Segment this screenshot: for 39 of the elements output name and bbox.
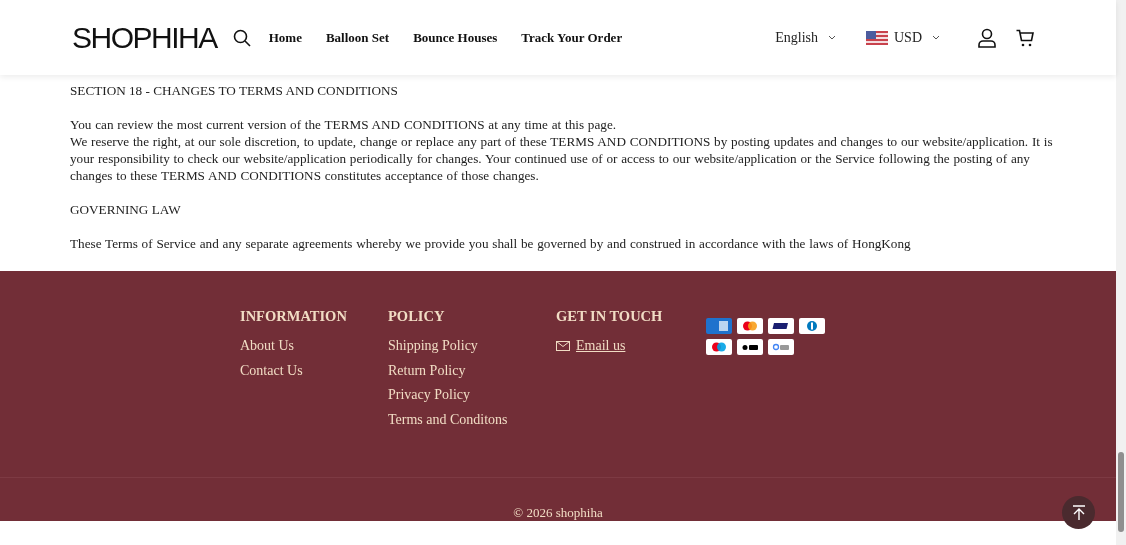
language-selector[interactable]: English xyxy=(775,29,836,46)
nav-link[interactable]: Track Your Order xyxy=(521,29,623,46)
section-heading: GOVERNING LAW xyxy=(70,201,182,218)
footer-heading: INFORMATION xyxy=(240,307,348,325)
card-icon xyxy=(737,318,763,334)
footer-link[interactable]: Contact Us xyxy=(240,361,388,380)
logo[interactable]: SHOPHIHA xyxy=(72,20,217,55)
card-icon xyxy=(768,318,794,334)
nav-link[interactable]: Home xyxy=(268,29,302,46)
footer-link[interactable]: About Us xyxy=(240,337,388,356)
paragraph: We reserve the right, at our sole discretion, to update, change or replace any part of these TERMS AND CONDITIONS by posting updates and changes to our website/application. It is your responsibility to check our website/application periodically for changes. Your continued use of or access to our website/application or the Service following the posting of any changes to these TERMS AND CONDITIONS constitutes acceptance of those changes. xyxy=(70,133,1054,184)
caret-icon xyxy=(932,35,940,40)
card-icon xyxy=(706,318,732,334)
paragraph: You can review the most current version of the TERMS AND CONDITIONS at any time at this page. xyxy=(70,116,618,133)
footer-heading: POLICY xyxy=(388,307,446,325)
footer-link[interactable]: Terms and Conditons xyxy=(388,410,556,429)
search-icon[interactable] xyxy=(232,28,251,47)
card-icon xyxy=(706,339,732,355)
wallet-icon xyxy=(737,339,763,355)
footer-heading: GET IN TOUCH xyxy=(556,307,664,325)
copyright: © 2026 shophiha xyxy=(513,505,603,520)
wallet-icon xyxy=(768,339,794,355)
mail-icon xyxy=(556,341,570,352)
caret-icon xyxy=(828,35,836,40)
flag-icon xyxy=(866,30,888,45)
back-to-top-button[interactable] xyxy=(1062,496,1095,529)
card-icon xyxy=(799,318,825,334)
arrow-up-icon xyxy=(1071,504,1086,521)
account-icon[interactable] xyxy=(978,27,996,48)
footer-link[interactable]: Shipping Policy xyxy=(388,337,556,356)
cart-icon[interactable] xyxy=(1016,28,1034,47)
nav-link[interactable]: Bounce Houses xyxy=(413,29,498,46)
email-link[interactable]: Email us xyxy=(576,337,626,356)
paragraph: These Terms of Service and any separate agreements whereby we provide you shall be governed by and construed in accordance with the laws of HongKong xyxy=(70,235,912,252)
currency-selector[interactable]: USD xyxy=(866,29,940,46)
section-heading: SECTION 18 - CHANGES TO TERMS AND CONDITIONS xyxy=(70,82,399,99)
footer-link[interactable]: Privacy Policy xyxy=(388,386,556,405)
footer-link[interactable]: Return Policy xyxy=(388,361,556,380)
nav-link[interactable]: Balloon Set xyxy=(325,29,390,46)
